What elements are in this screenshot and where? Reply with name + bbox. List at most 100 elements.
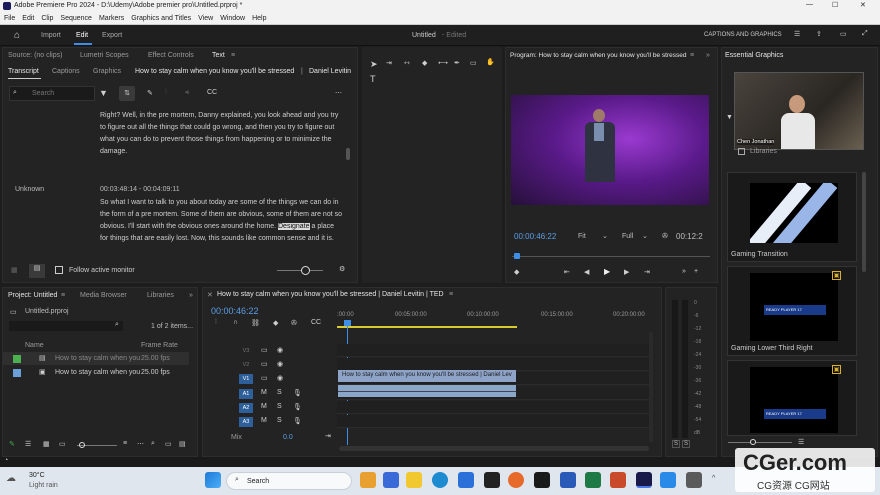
menu-item[interactable]: Graphics and Titles (131, 15, 191, 22)
capture-app-icon[interactable] (686, 472, 702, 488)
firefox-app-icon[interactable] (508, 472, 524, 488)
eye-icon[interactable]: ◉ (277, 360, 283, 368)
menu-item[interactable]: Edit (22, 15, 34, 22)
wrench-icon[interactable]: ✇ (662, 232, 668, 240)
work-area-bar[interactable] (337, 326, 517, 328)
video-clip[interactable]: How to stay calm when you know you'll be… (338, 370, 516, 382)
scrollbar[interactable] (862, 172, 866, 272)
track-target-v1[interactable]: V1 (239, 374, 253, 384)
notion-app-icon[interactable] (484, 472, 500, 488)
solo-icon[interactable]: S (277, 417, 282, 424)
playhead-bar[interactable] (512, 256, 710, 257)
mute-icon[interactable]: M (261, 417, 267, 424)
track-target-v2[interactable]: V2 (239, 360, 253, 370)
automate-icon[interactable]: ⋯ (137, 440, 144, 448)
scrollbar[interactable] (346, 148, 350, 160)
template-card-gaming-transition[interactable]: Gaming Transition (727, 172, 857, 262)
powerpoint-app-icon[interactable] (610, 472, 626, 488)
nest-icon[interactable]: ⫶ (215, 319, 217, 327)
list-view-icon[interactable]: ☰ (25, 440, 31, 448)
store-app-icon[interactable] (458, 472, 474, 488)
solo-left-button[interactable]: S (672, 440, 681, 448)
frame-forward-icon[interactable]: ▶ (624, 268, 629, 276)
expand-controls-icon[interactable]: » (682, 268, 686, 275)
close-tab-icon[interactable]: ✕ (207, 291, 213, 299)
zoom-slider[interactable] (277, 270, 323, 271)
freeform-view-icon[interactable]: ▭ (59, 440, 66, 448)
track-target-a2[interactable]: A2 (239, 403, 253, 413)
program-menu-icon[interactable]: ≡ (690, 52, 694, 59)
filter-funnel-icon[interactable]: ▼ (726, 114, 733, 121)
caption-view-icon[interactable]: ▤ (29, 264, 45, 278)
close-button[interactable]: ✕ (860, 1, 866, 9)
menu-item[interactable]: Help (252, 15, 266, 22)
mute-icon[interactable]: M (261, 403, 267, 410)
expand-icon[interactable]: » (706, 52, 710, 59)
settings-wrench-icon[interactable]: ✇ (291, 319, 297, 327)
tab-edit[interactable]: Edit (76, 32, 88, 39)
tab-captions[interactable]: Captions (52, 68, 80, 75)
transcript-view-icon[interactable]: ▦ (11, 266, 18, 274)
sync-scroll-icon[interactable]: ⇅ (119, 86, 135, 101)
go-to-end-icon[interactable]: ⇥ (325, 432, 331, 440)
menu-item[interactable]: Clip (41, 15, 53, 22)
thumb-size-slider[interactable] (728, 442, 792, 443)
weather-icon[interactable]: ☁ (6, 473, 16, 484)
edge-app-icon[interactable] (432, 472, 448, 488)
captions-track-icon[interactable]: CC (311, 319, 321, 326)
zoom-slider-handle[interactable] (301, 266, 310, 275)
weather-temp[interactable]: 30°C (29, 472, 45, 479)
snap-icon[interactable]: ∩ (233, 319, 238, 326)
excel-app-icon[interactable] (585, 472, 601, 488)
track-target-v3[interactable]: V3 (239, 346, 253, 356)
fit-chevron-icon[interactable]: ⌄ (602, 232, 608, 240)
weather-condition[interactable]: Light rain (29, 482, 58, 489)
template-card-gaming-lower-third[interactable]: READY PLAYER 17 ▣ Gaming Lower Third Rig… (727, 266, 857, 356)
widgets-app-icon[interactable] (360, 472, 376, 488)
minimize-button[interactable]: — (806, 1, 813, 8)
speaker-label[interactable]: Unknown (15, 186, 44, 193)
quality-chevron-icon[interactable]: ⌄ (642, 232, 648, 240)
video-frame[interactable] (511, 95, 709, 205)
track-target-a3[interactable]: A3 (239, 417, 253, 427)
expand-icon[interactable]: » (189, 292, 193, 299)
mute-icon[interactable]: M (261, 389, 267, 396)
playhead-handle[interactable] (344, 320, 351, 326)
zoom-slider-handle[interactable] (79, 442, 85, 448)
more-options-icon[interactable]: ⋯ (335, 89, 342, 97)
tab-text[interactable]: Text (212, 52, 225, 59)
timeline-menu-icon[interactable]: ≡ (449, 291, 453, 298)
play-icon[interactable]: ▶ (604, 267, 610, 276)
pen-icon[interactable]: ✎ (147, 89, 153, 97)
selection-tool-icon[interactable]: ➤ (370, 59, 378, 70)
tab-source[interactable]: Source: (no clips) (8, 52, 62, 59)
menu-item[interactable]: File (4, 15, 15, 22)
captions-icon[interactable]: CC (207, 89, 217, 96)
linked-selection-icon[interactable]: ⛓ (251, 319, 260, 327)
tab-media-browser[interactable]: Media Browser (80, 292, 127, 299)
tab-import[interactable]: Import (41, 32, 61, 39)
template-card-3[interactable]: READY PLAYER 17 ▣ (727, 360, 857, 436)
menu-item[interactable]: View (198, 15, 213, 22)
list-item[interactable]: ▤ How to stay calm when you 25.00 fps (3, 352, 189, 365)
new-bin-icon[interactable]: ▭ (165, 440, 172, 448)
mix-value[interactable]: 0.0 (283, 434, 293, 441)
sort-icon[interactable]: ☰ (798, 438, 804, 446)
audio-clip[interactable] (338, 385, 516, 397)
track-lane[interactable] (337, 401, 649, 414)
mic-icon[interactable]: 🎙 (293, 417, 302, 425)
menu-item[interactable]: Sequence (60, 15, 92, 22)
fullscreen-icon[interactable]: ⤢ (862, 30, 868, 38)
start-icon[interactable] (205, 472, 221, 488)
track-target-a1[interactable]: A1 (239, 389, 253, 399)
progress-icon[interactable]: ▭ (840, 30, 847, 38)
taskbar-search[interactable]: ⌕ Search (226, 472, 352, 490)
step-forward-icon[interactable]: ⇥ (644, 268, 650, 276)
project-search-input[interactable] (9, 321, 123, 331)
solo-right-button[interactable]: S (682, 440, 691, 448)
panel-menu-icon[interactable]: ≡ (231, 52, 235, 59)
col-name[interactable]: Name (25, 342, 44, 349)
home-icon[interactable]: ⌂ (14, 30, 20, 41)
maximize-button[interactable]: ☐ (832, 1, 838, 9)
mic-icon[interactable]: 🎙 (293, 403, 302, 411)
